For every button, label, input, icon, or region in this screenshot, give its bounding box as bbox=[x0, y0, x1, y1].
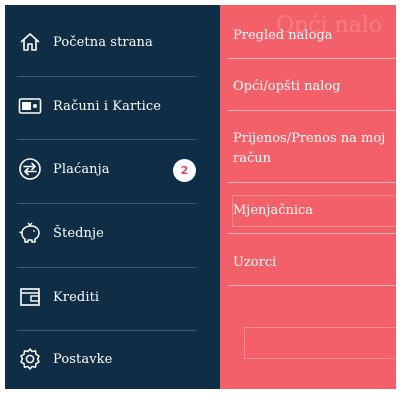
divider bbox=[17, 267, 197, 268]
divider bbox=[17, 330, 197, 331]
divider bbox=[228, 233, 396, 234]
submenu-item-transfer-own-account[interactable]: Prijenos/Prenos na moj račun bbox=[233, 129, 393, 169]
sidebar-item-payments[interactable]: Plaćanja 2 bbox=[17, 149, 209, 189]
sidebar-item-label: Računi i Kartice bbox=[53, 98, 162, 114]
notification-badge: 2 bbox=[173, 159, 196, 182]
card-icon bbox=[17, 95, 43, 117]
sidebar-item-label: Štednje bbox=[53, 225, 104, 241]
sidebar-item-settings[interactable]: Postavke bbox=[17, 339, 209, 379]
gear-icon bbox=[17, 348, 43, 370]
submenu-item-templates[interactable]: Uzorci bbox=[233, 253, 393, 273]
sidebar-item-label: Plaćanja bbox=[53, 161, 110, 177]
sidebar-item-loans[interactable]: Krediti bbox=[17, 277, 209, 317]
submenu-item-exchange[interactable]: Mjenjačnica bbox=[233, 201, 393, 221]
sidebar-item-label: Početna strana bbox=[53, 34, 153, 50]
sidebar-item-label: Postavke bbox=[53, 351, 113, 367]
submenu-item-general-order[interactable]: Opći/opšti nalog bbox=[233, 77, 393, 97]
navigation-menu: Početna strana Računi i Kartice Plaćanja… bbox=[5, 5, 396, 389]
divider bbox=[228, 285, 396, 286]
piggy-bank-icon bbox=[17, 222, 43, 244]
exchange-icon bbox=[17, 158, 43, 180]
sidebar-item-accounts[interactable]: Računi i Kartice bbox=[17, 86, 209, 126]
divider bbox=[17, 139, 197, 140]
submenu-item-order-overview[interactable]: Pregled naloga bbox=[233, 26, 393, 46]
sidebar-item-home[interactable]: Početna strana bbox=[17, 22, 209, 62]
payments-submenu: Opći nalo Pregled naloga Opći/opšti nalo… bbox=[220, 5, 396, 389]
wallet-icon bbox=[17, 286, 43, 308]
sidebar-item-label: Krediti bbox=[53, 289, 100, 305]
divider bbox=[17, 76, 197, 77]
home-icon bbox=[17, 31, 43, 53]
sidebar-item-savings[interactable]: Štednje bbox=[17, 213, 209, 253]
background-field bbox=[244, 327, 396, 359]
main-sidebar: Početna strana Računi i Kartice Plaćanja… bbox=[5, 5, 220, 389]
divider bbox=[228, 58, 396, 59]
divider bbox=[17, 203, 197, 204]
divider bbox=[228, 182, 396, 183]
divider bbox=[228, 110, 396, 111]
